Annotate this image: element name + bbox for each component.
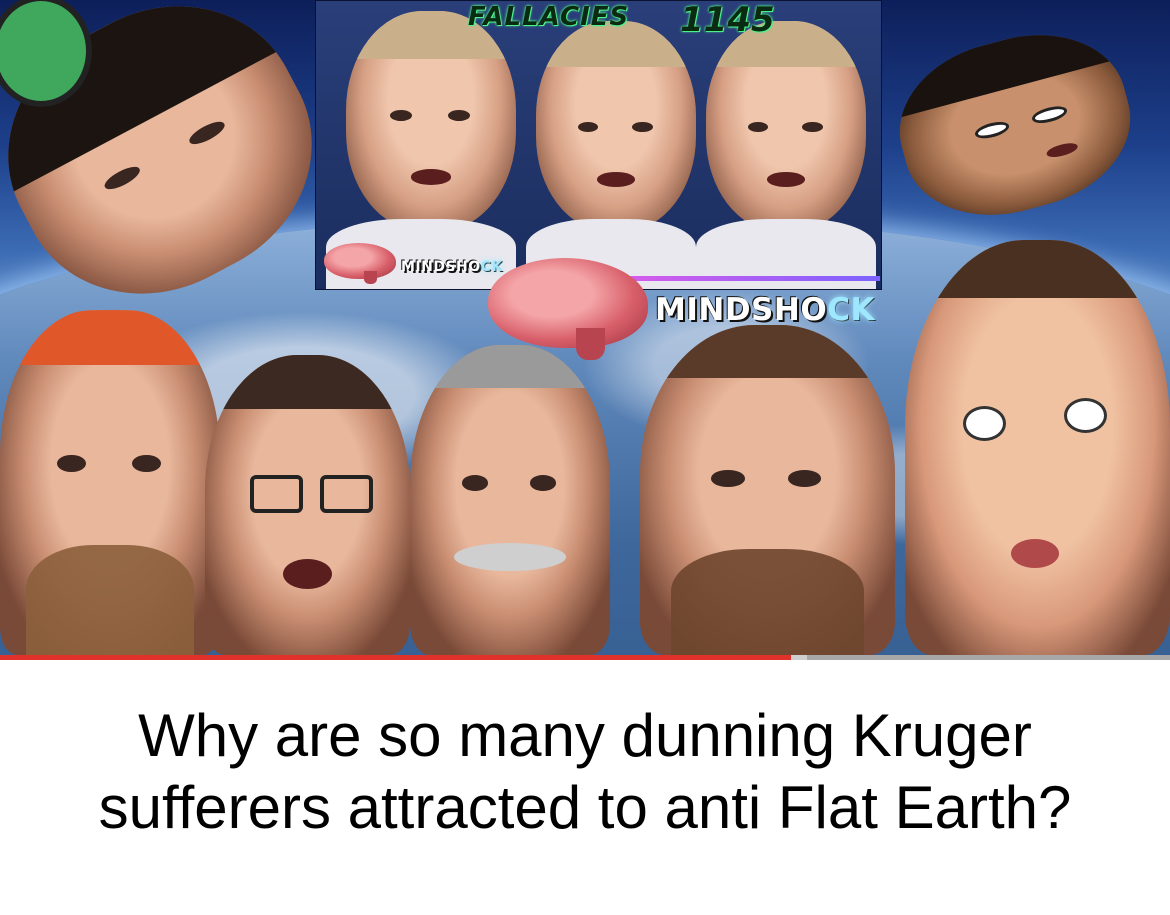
brain-logo-large-icon bbox=[488, 258, 648, 360]
overlay-title-fallacies: FALLACIES bbox=[468, 2, 630, 32]
video-thumbnail[interactable]: MINDSHOCK FALLACIES 1145 MINDSHOCK bbox=[0, 0, 1170, 655]
logo-small: MINDSHOCK bbox=[401, 259, 503, 275]
inset-face-2 bbox=[536, 21, 696, 231]
logo-large: MINDSHOCK bbox=[655, 292, 875, 328]
brain-logo-small-icon bbox=[324, 243, 396, 284]
overlay-title-number: 1145 bbox=[680, 0, 775, 40]
person-face-bottom-4 bbox=[640, 325, 895, 655]
person-face-top-right bbox=[881, 13, 1149, 237]
video-progress-bar[interactable] bbox=[0, 655, 1170, 660]
logo-accent-bar bbox=[600, 276, 880, 281]
person-face-bottom-2 bbox=[205, 355, 410, 655]
caption-line-2: sufferers attracted to anti Flat Earth? bbox=[98, 774, 1072, 841]
progress-buffered bbox=[791, 655, 807, 660]
mustache bbox=[454, 543, 566, 572]
inset-face-1 bbox=[346, 11, 516, 231]
person-face-bottom-5 bbox=[905, 240, 1170, 655]
inset-face-3 bbox=[706, 21, 866, 231]
inset-video-frame: MINDSHOCK bbox=[315, 0, 882, 290]
caption-line-1: Why are so many dunning Kruger bbox=[138, 702, 1032, 769]
person-face-bottom-3 bbox=[410, 345, 610, 655]
person-face-bottom-1 bbox=[0, 310, 220, 655]
post-caption: Why are so many dunning Kruger sufferers… bbox=[0, 700, 1170, 844]
progress-played bbox=[0, 655, 791, 660]
